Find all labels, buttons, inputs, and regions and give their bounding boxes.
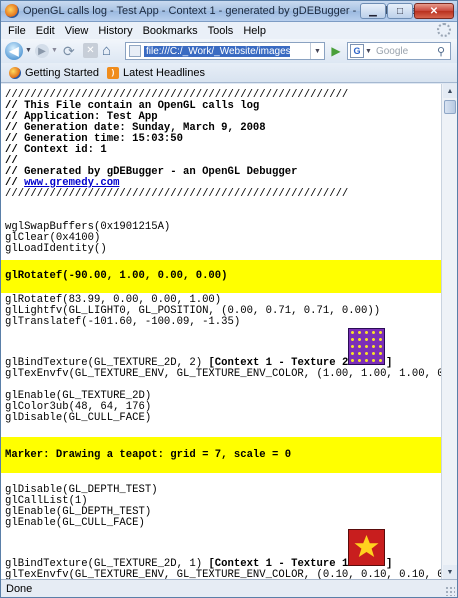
bookmark-label: Latest Headlines [123,66,205,79]
search-bar[interactable]: G ▼ Google ⚲ [347,42,451,60]
page-content: ////////////////////////////////////////… [1,84,441,579]
scroll-up-button[interactable]: ▲ [443,84,457,98]
close-button[interactable]: ✕ [414,3,454,19]
menu-edit[interactable]: Edit [31,25,60,37]
search-icon[interactable]: ⚲ [432,43,450,59]
menu-tools[interactable]: Tools [203,25,239,37]
menu-bookmarks[interactable]: Bookmarks [138,25,203,37]
bookmark-latest-headlines[interactable]: ) Latest Headlines [107,66,205,79]
menu-history[interactable]: History [93,25,137,37]
search-input[interactable]: Google [376,46,432,57]
page-favicon-icon [129,45,141,57]
bookmarks-toolbar: Getting Started ) Latest Headlines [1,63,457,83]
star-icon [354,535,379,557]
back-history-dropdown-icon[interactable]: ▼ [25,47,32,54]
title-bar[interactable]: OpenGL calls log - Test App - Context 1 … [1,1,457,22]
highlighted-call-text: glRotatef(-90.00, 1.00, 0.00, 0.00) [5,270,228,282]
log-call-line: glTexEnvfv(GL_TEXTURE_ENV, GL_TEXTURE_EN… [5,368,441,380]
stop-button[interactable]: ✕ [83,43,98,58]
firefox-icon [5,4,19,18]
log-call-line: glLoadIdentity() [5,243,107,255]
forward-button[interactable]: ▶ [35,44,49,58]
highlighted-call: glRotatef(-90.00, 1.00, 0.00, 0.00) [1,260,441,293]
throbber-icon [437,23,451,37]
status-text: Done [6,583,33,595]
address-input[interactable]: file:///C:/_Work/_Website/images/Co [144,45,290,57]
status-bar: Done [1,579,457,597]
window-controls: ▁ □ ✕ [359,3,454,19]
minimize-button[interactable]: ▁ [360,3,386,19]
menu-bar: File Edit View History Bookmarks Tools H… [1,22,457,39]
rss-icon: ) [107,66,119,79]
menu-file[interactable]: File [3,25,31,37]
marker-highlight: Marker: Drawing a teapot: grid = 7, scal… [1,437,441,473]
browser-window: OpenGL calls log - Test App - Context 1 … [0,0,458,598]
vertical-scrollbar[interactable]: ▲ ▼ [441,84,457,579]
navigation-toolbar: ◀ ▼ ▶ ▼ ⟳ ✕ ⌂ file:///C:/_Work/_Website/… [1,39,457,63]
resize-grip-icon[interactable] [445,586,455,596]
search-engine-icon[interactable]: G [350,44,364,58]
menu-view[interactable]: View [60,25,94,37]
address-bar[interactable]: file:///C:/_Work/_Website/images/Co ▼ [125,42,325,60]
menu-help[interactable]: Help [238,25,271,37]
scroll-down-button[interactable]: ▼ [443,565,457,579]
marker-text: Marker: Drawing a teapot: grid = 7, scal… [5,449,292,461]
log-call-line: glTexEnvfv(GL_TEXTURE_ENV, GL_TEXTURE_EN… [5,569,441,580]
firefox-icon [9,66,21,79]
log-header-line: ////////////////////////////////////////… [5,188,349,200]
bookmark-getting-started[interactable]: Getting Started [9,66,99,79]
bookmark-label: Getting Started [25,66,99,79]
forward-history-dropdown-icon[interactable]: ▼ [51,47,58,54]
texture-2-thumbnail[interactable] [348,328,385,365]
reload-button[interactable]: ⟳ [63,43,75,60]
search-engine-dropdown-icon[interactable]: ▼ [365,48,372,55]
maximize-button[interactable]: □ [387,3,413,19]
address-dropdown-icon[interactable]: ▼ [310,43,324,59]
log-call-line: glTranslatef(-101.60, -100.09, -1.35) [5,316,241,328]
go-button[interactable]: ▶ [328,43,344,59]
back-button[interactable]: ◀ [5,42,23,60]
home-button[interactable]: ⌂ [102,42,111,59]
log-call-line: glDisable(GL_CULL_FACE) [5,412,152,424]
texture-1-thumbnail[interactable] [348,529,385,566]
scroll-thumb[interactable] [444,100,456,114]
log-call-line: glEnable(GL_CULL_FACE) [5,517,145,529]
log-header-line: // Context id: 1 [5,144,107,156]
